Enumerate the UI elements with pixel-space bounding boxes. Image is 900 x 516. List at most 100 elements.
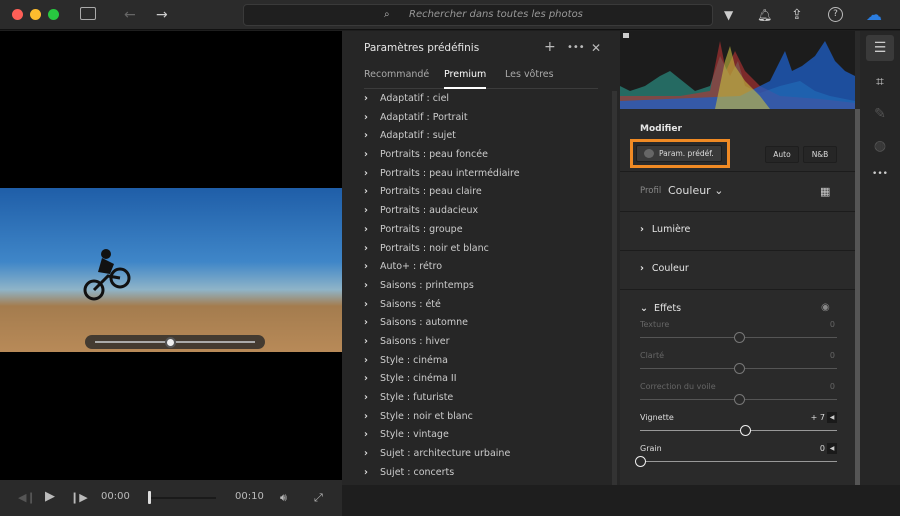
forward-arrow-icon[interactable]: → bbox=[156, 6, 168, 24]
chevron-right-icon: › bbox=[364, 242, 368, 254]
slider-value: 0 bbox=[819, 444, 825, 453]
search-input[interactable]: ⌕ Rechercher dans toutes les photos bbox=[243, 4, 713, 26]
preset-item[interactable]: › Style : noir et blanc bbox=[364, 411, 520, 430]
filter-icon[interactable]: ▼ bbox=[724, 6, 733, 24]
profile-browser-icon[interactable]: ▦ bbox=[820, 185, 830, 198]
preset-tabs: Recommandé Premium Les vôtres bbox=[364, 69, 598, 89]
preset-item[interactable]: › Adaptatif : sujet bbox=[364, 130, 520, 149]
preset-item[interactable]: › Saisons : été bbox=[364, 299, 520, 318]
scrub-handle[interactable] bbox=[165, 337, 176, 348]
light-header: › Lumière bbox=[640, 224, 690, 235]
tab-premium[interactable]: Premium bbox=[444, 69, 487, 89]
back-arrow-icon[interactable]: ← bbox=[124, 6, 136, 24]
minimize-window-button[interactable] bbox=[30, 9, 41, 20]
healing-icon[interactable]: ✎ bbox=[866, 101, 894, 127]
more-options-icon[interactable]: ••• bbox=[567, 42, 585, 53]
preset-item[interactable]: › Portraits : audacieux bbox=[364, 205, 520, 224]
preset-label: Adaptatif : Portrait bbox=[380, 111, 468, 123]
reset-arrow-icon[interactable]: ◀ bbox=[827, 412, 837, 423]
preset-item[interactable]: › Adaptatif : Portrait bbox=[364, 112, 520, 131]
color-label: Couleur bbox=[651, 263, 689, 274]
slider-label: Correction du voile bbox=[640, 382, 716, 391]
play-icon[interactable]: ▶ bbox=[45, 489, 55, 504]
chevron-down-icon: ⌄ bbox=[714, 184, 724, 197]
bw-button[interactable]: N&B bbox=[803, 146, 837, 163]
volume-icon[interactable]: 🔊︎ bbox=[280, 491, 287, 505]
chevron-right-icon: › bbox=[364, 429, 368, 441]
preset-item[interactable]: › Portraits : peau intermédiaire bbox=[364, 168, 520, 187]
next-frame-icon[interactable]: ❙▶ bbox=[70, 491, 88, 504]
profile-label: Profil bbox=[640, 186, 662, 196]
preset-label: Saisons : printemps bbox=[380, 279, 474, 291]
cloud-icon[interactable]: ☁ bbox=[866, 6, 882, 24]
preset-item[interactable]: › Saisons : printemps bbox=[364, 280, 520, 299]
chevron-right-icon: › bbox=[364, 373, 368, 385]
maximize-window-button[interactable] bbox=[48, 9, 59, 20]
preset-item[interactable]: › Portraits : peau claire bbox=[364, 186, 520, 205]
preset-item[interactable]: › Saisons : automne bbox=[364, 317, 520, 336]
chevron-right-icon: › bbox=[364, 261, 368, 273]
color-header: › Couleur bbox=[640, 263, 689, 274]
effects-section: ⌄ Effets ◉ Texture 0 Clarté 0 Correction du v… bbox=[620, 289, 855, 485]
preset-item[interactable]: › Adaptatif : ciel bbox=[364, 93, 520, 112]
prev-frame-icon[interactable]: ◀❙ bbox=[18, 491, 36, 504]
preset-item[interactable]: › Portraits : peau foncée bbox=[364, 149, 520, 168]
effects-label: Effets bbox=[653, 303, 682, 314]
presets-button[interactable]: Param. prédéf. bbox=[636, 145, 722, 162]
effects-header[interactable]: ⌄ Effets bbox=[640, 303, 681, 314]
slider-label: Texture bbox=[640, 320, 670, 329]
preset-item[interactable]: › Sujet : architecture urbaine bbox=[364, 448, 520, 467]
slider-handle[interactable] bbox=[740, 425, 752, 436]
fullscreen-icon[interactable]: ⤢ bbox=[314, 491, 323, 505]
light-section[interactable]: › Lumière bbox=[620, 211, 855, 250]
preset-item[interactable]: › Portraits : groupe bbox=[364, 224, 520, 243]
preset-item[interactable]: › Style : vintage bbox=[364, 429, 520, 448]
chevron-right-icon: › bbox=[364, 317, 368, 329]
presets-scrollbar[interactable] bbox=[612, 91, 617, 485]
tab-recommended[interactable]: Recommandé bbox=[364, 69, 429, 80]
shadow-clip-toggle[interactable] bbox=[623, 33, 629, 38]
chevron-right-icon: › bbox=[364, 354, 368, 366]
bell-icon[interactable]: 🔔︎ bbox=[757, 6, 772, 24]
profile-section: Profil Couleur ⌄ ▦ bbox=[620, 171, 855, 211]
preset-item[interactable]: › Auto+ : rétro bbox=[364, 261, 520, 280]
slider-handle[interactable] bbox=[733, 394, 745, 405]
video-scrub-overlay[interactable] bbox=[85, 335, 265, 349]
add-preset-icon[interactable]: + bbox=[544, 39, 556, 55]
preset-item[interactable]: › Portraits : noir et blanc bbox=[364, 243, 520, 262]
profile-dropdown[interactable]: Couleur ⌄ bbox=[668, 184, 723, 197]
video-progress-bar[interactable] bbox=[148, 491, 216, 504]
preset-label: Style : vintage bbox=[380, 429, 449, 441]
preset-item[interactable]: › Style : cinéma bbox=[364, 355, 520, 374]
slider-handle[interactable] bbox=[733, 363, 745, 374]
slider-handle[interactable] bbox=[733, 332, 745, 343]
preset-item[interactable]: › Style : cinéma II bbox=[364, 373, 520, 392]
close-window-button[interactable] bbox=[12, 9, 23, 20]
eye-icon[interactable]: ◉ bbox=[821, 302, 830, 313]
preset-item[interactable]: › Style : futuriste bbox=[364, 392, 520, 411]
duration: 00:10 bbox=[235, 491, 264, 502]
more-tools-icon[interactable]: ••• bbox=[866, 161, 894, 187]
edit-sliders-icon[interactable]: ☰ bbox=[866, 35, 894, 61]
help-icon[interactable]: ? bbox=[828, 7, 843, 22]
search-icon: ⌕ bbox=[384, 9, 390, 20]
close-panel-icon[interactable]: ✕ bbox=[591, 41, 601, 55]
slider-handle[interactable] bbox=[635, 456, 646, 467]
tab-yours[interactable]: Les vôtres bbox=[505, 69, 554, 80]
reset-arrow-icon[interactable]: ◀ bbox=[827, 443, 837, 454]
slider-track[interactable] bbox=[640, 430, 837, 431]
color-section[interactable]: › Couleur bbox=[620, 250, 855, 289]
preset-label: Style : cinéma II bbox=[380, 373, 457, 385]
sidebar-toggle-icon[interactable] bbox=[80, 7, 96, 20]
slider-value: 0 bbox=[829, 320, 835, 329]
crop-icon[interactable]: ⌗ bbox=[866, 69, 894, 95]
slider-track[interactable] bbox=[640, 461, 837, 462]
chevron-right-icon: › bbox=[364, 392, 368, 403]
edit-title: Modifier bbox=[640, 124, 682, 134]
chevron-right-icon: › bbox=[364, 205, 368, 217]
preset-item[interactable]: › Saisons : hiver bbox=[364, 336, 520, 355]
share-icon[interactable]: ⇪ bbox=[791, 6, 803, 24]
preset-item[interactable]: › Sujet : concerts bbox=[364, 467, 520, 486]
auto-button[interactable]: Auto bbox=[765, 146, 799, 163]
masking-icon[interactable]: ◍ bbox=[866, 133, 894, 159]
